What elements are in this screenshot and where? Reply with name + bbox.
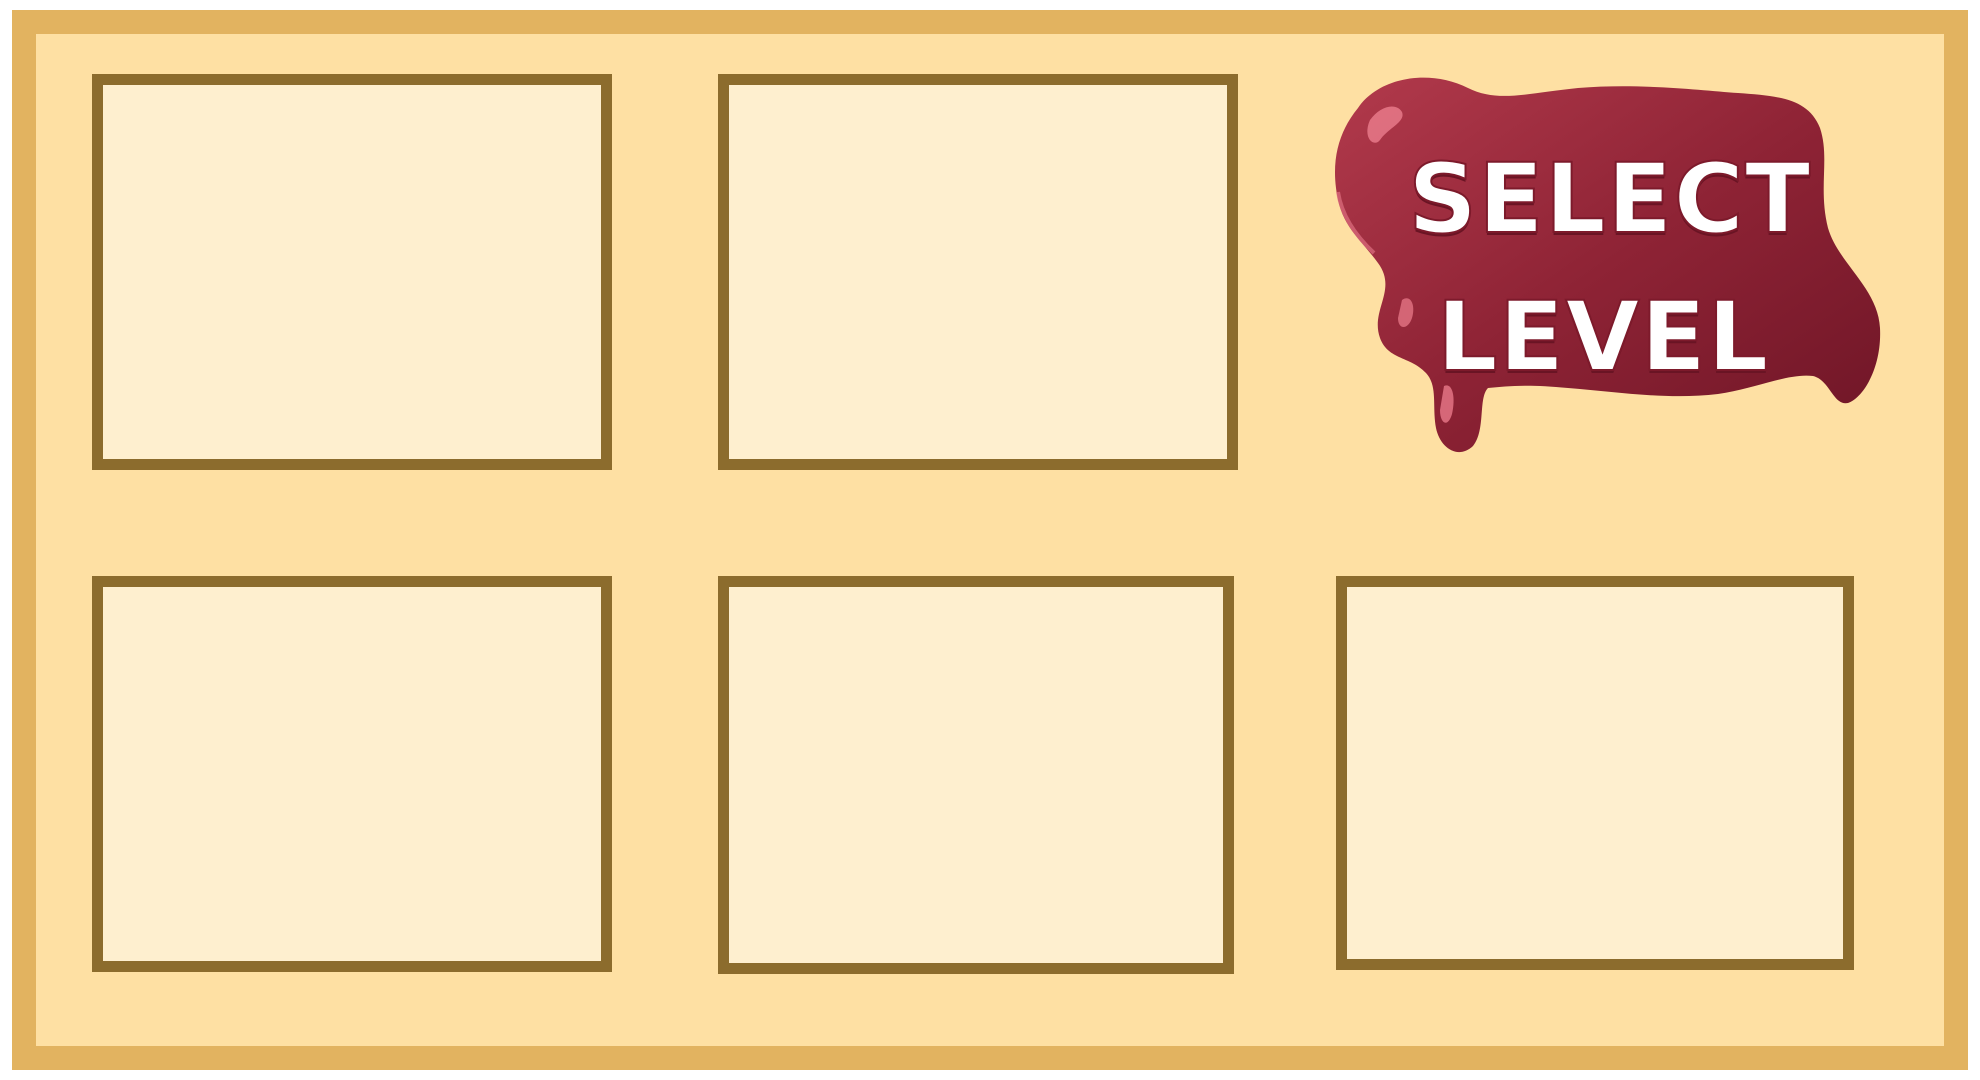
level-slot-3[interactable] <box>92 576 612 972</box>
level-slot-1[interactable] <box>92 74 612 470</box>
title-line-level: LEVEL <box>1436 280 1770 394</box>
level-slot-2[interactable] <box>718 74 1238 470</box>
title-line-select: SELECT <box>1407 142 1812 256</box>
select-level-title: SELECT LEVEL <box>1318 68 1888 468</box>
level-slot-4[interactable] <box>718 576 1234 974</box>
title-text: SELECT LEVEL <box>1407 130 1812 406</box>
level-slot-5[interactable] <box>1336 576 1854 970</box>
